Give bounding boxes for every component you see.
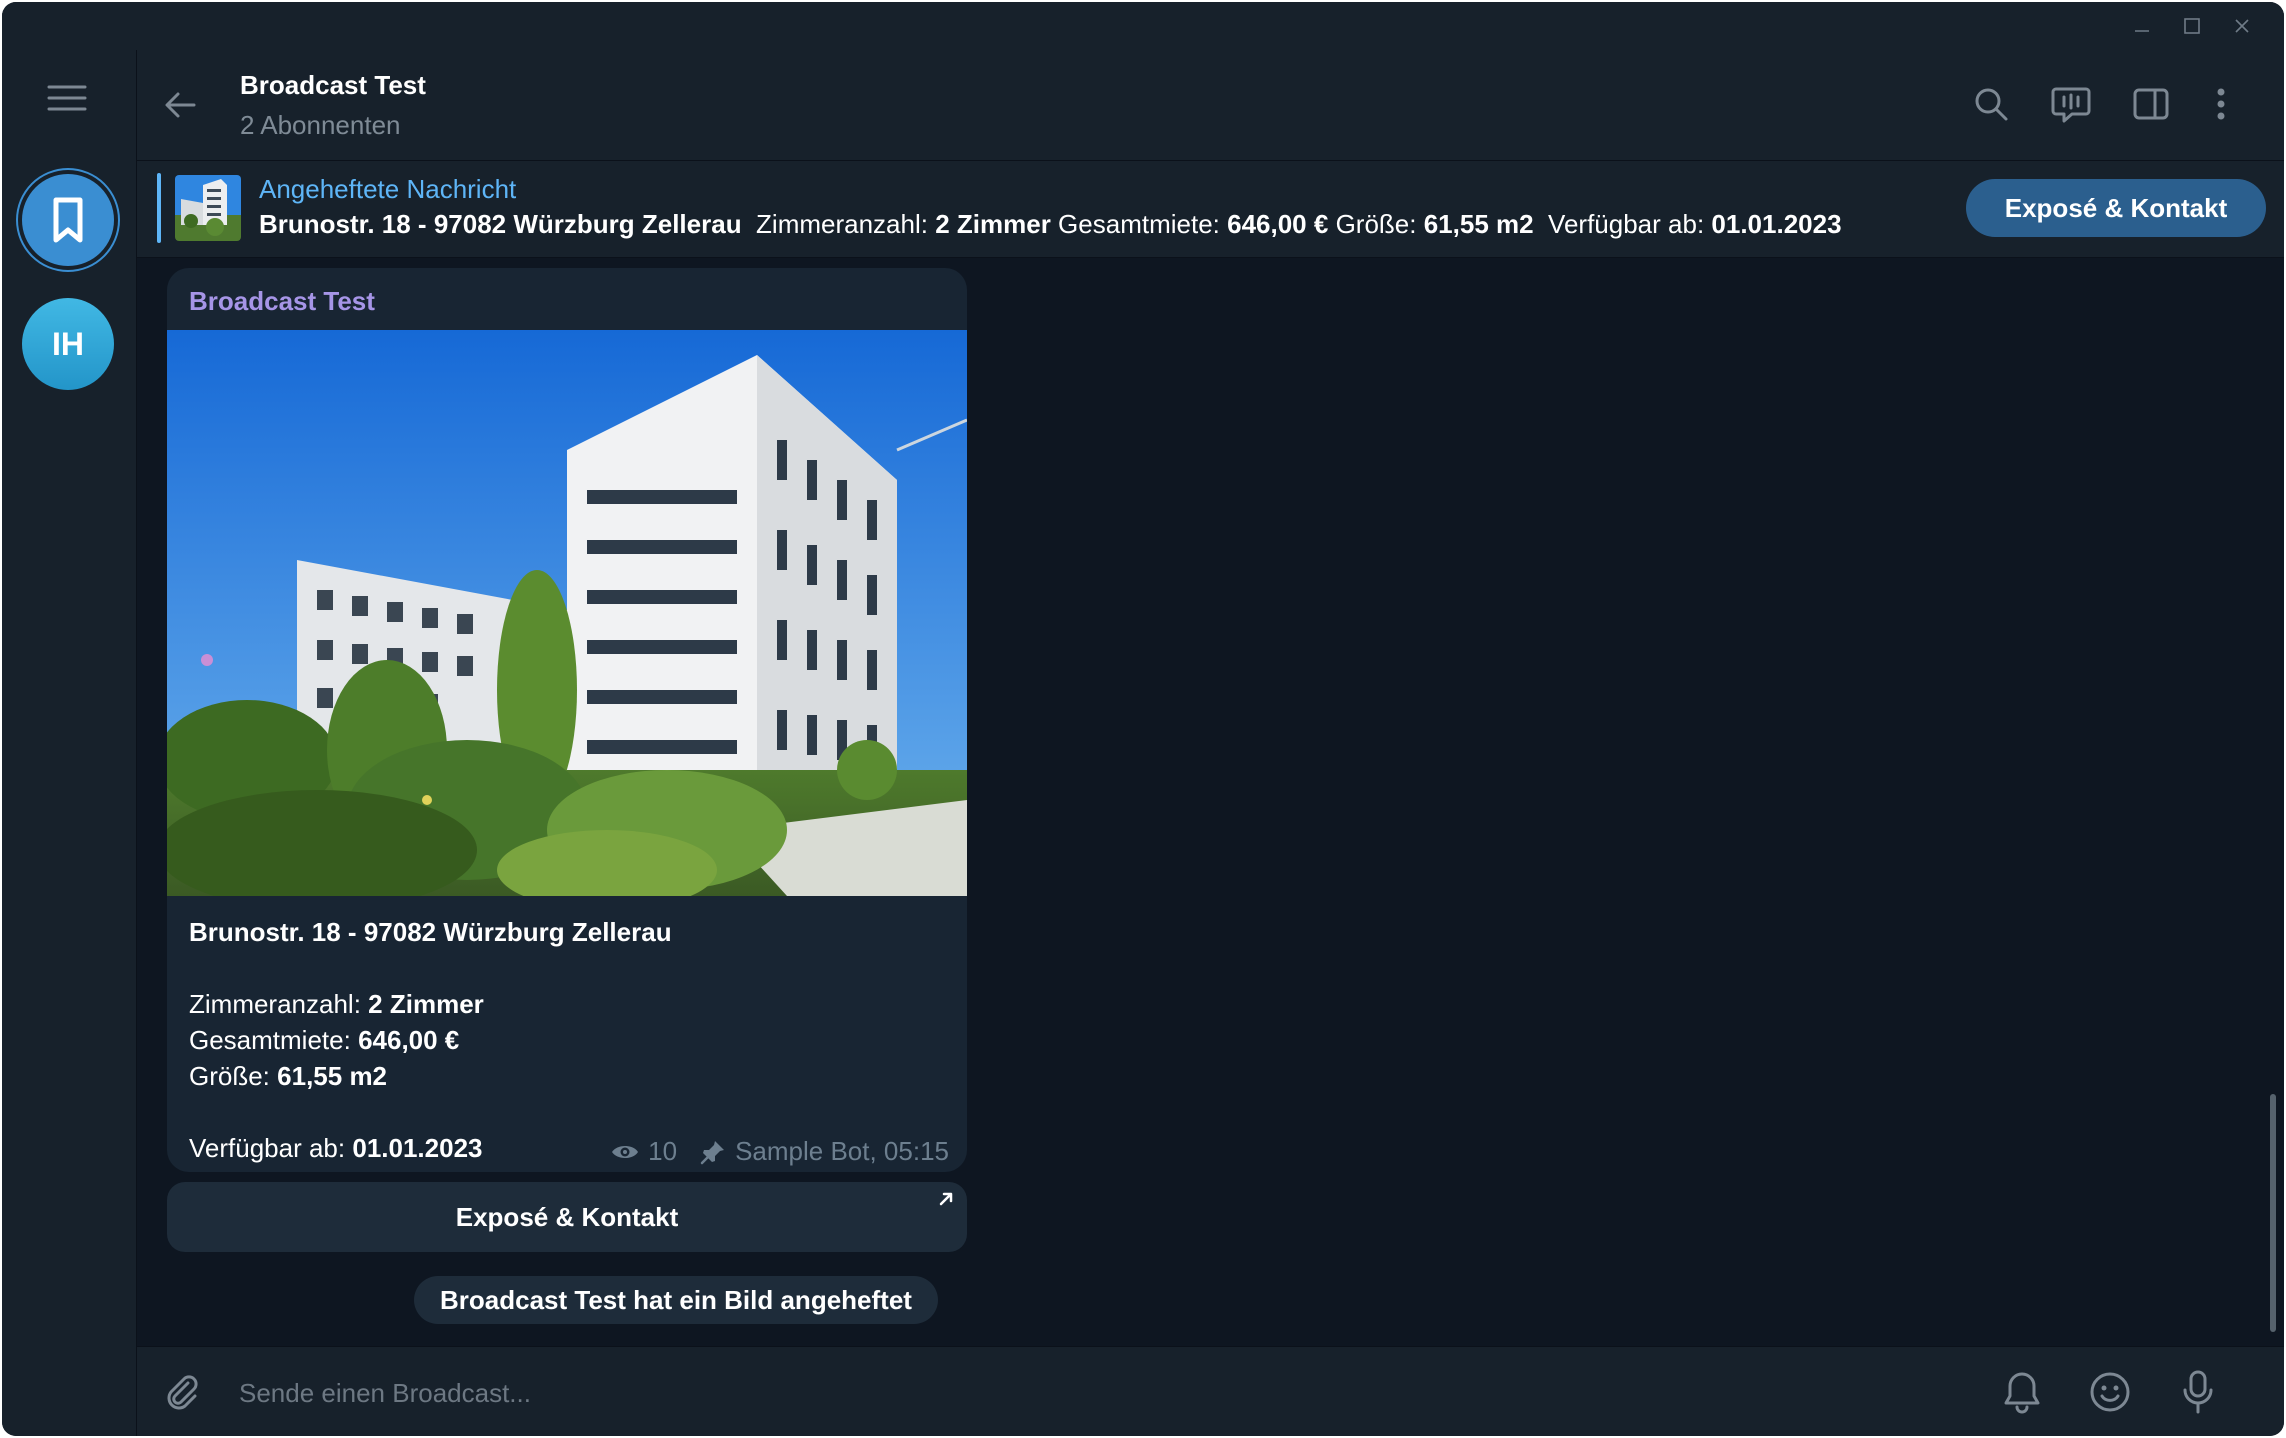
pinned-text: Brunostr. 18 - 97082 Würzburg Zellerau Z… bbox=[259, 209, 1842, 240]
live-stream-button[interactable] bbox=[2047, 80, 2095, 128]
hamburger-menu-icon bbox=[47, 85, 87, 111]
sidebar-toggle-button[interactable] bbox=[2127, 80, 2175, 128]
message-size-label: Größe: bbox=[189, 1061, 270, 1091]
message-composer bbox=[137, 1346, 2284, 1436]
close-button[interactable] bbox=[2212, 10, 2272, 42]
microphone-icon bbox=[2183, 1370, 2213, 1414]
pinned-size-label: Größe: bbox=[1335, 209, 1417, 239]
back-button[interactable] bbox=[155, 80, 205, 130]
left-rail: IH bbox=[2, 50, 137, 1436]
message-size-line: Größe: 61,55 m2 bbox=[189, 1058, 945, 1094]
close-icon bbox=[2235, 19, 2249, 33]
eye-icon bbox=[612, 1145, 639, 1158]
pinned-address: Brunostr. 18 - 97082 Würzburg Zellerau bbox=[259, 209, 742, 239]
chat-scrollbar[interactable] bbox=[2270, 1094, 2276, 1332]
pinned-thumbnail bbox=[175, 175, 241, 241]
chat-history[interactable]: Broadcast Test Brunostr. 18 - 97082 Würz… bbox=[137, 258, 2284, 1346]
message-views: 10 bbox=[648, 1136, 678, 1166]
message-meta: 10 Sample Bot, 05:15 bbox=[610, 1136, 949, 1167]
pinned-rent-value: 646,00 € bbox=[1227, 209, 1329, 239]
pinned-rooms-value: 2 Zimmer bbox=[935, 209, 1051, 239]
message-address: Brunostr. 18 - 97082 Würzburg Zellerau bbox=[189, 917, 672, 947]
search-button[interactable] bbox=[1967, 80, 2015, 128]
message-signature: Sample Bot, 05:15 bbox=[735, 1136, 949, 1166]
message-rooms-line: Zimmeranzahl: 2 Zimmer bbox=[189, 986, 945, 1022]
message-rent-value: 646,00 € bbox=[358, 1025, 460, 1055]
chat-subtitle: 2 Abonnenten bbox=[240, 110, 401, 140]
live-stream-icon bbox=[2051, 87, 2091, 123]
message-available-value: 01.01.2023 bbox=[352, 1133, 483, 1163]
pinned-expose-contact-button[interactable]: Exposé & Kontakt bbox=[1966, 179, 2266, 237]
message-sender[interactable]: Broadcast Test bbox=[189, 286, 375, 317]
voice-message-button[interactable] bbox=[2173, 1367, 2223, 1417]
message-rooms-value: 2 Zimmer bbox=[368, 989, 484, 1019]
pinned-available-value: 01.01.2023 bbox=[1711, 209, 1842, 239]
maximize-icon bbox=[2184, 18, 2200, 34]
user-avatar[interactable]: IH bbox=[22, 298, 114, 390]
message-photo[interactable] bbox=[167, 330, 967, 896]
external-link-icon bbox=[939, 1192, 953, 1206]
message-rooms-label: Zimmeranzahl: bbox=[189, 989, 361, 1019]
pinned-rooms-label: Zimmeranzahl: bbox=[756, 209, 928, 239]
search-icon bbox=[1975, 88, 2008, 121]
app-window: IH Broadcast Test 2 Abonnenten Angehefte… bbox=[2, 2, 2284, 1436]
inline-button-label: Exposé & Kontakt bbox=[455, 1201, 679, 1232]
more-options-button[interactable] bbox=[2197, 80, 2245, 128]
title-bar bbox=[2, 2, 2284, 50]
pinned-accent-line bbox=[157, 173, 161, 243]
pinned-rent-label: Gesamtmiete: bbox=[1058, 209, 1220, 239]
more-vertical-icon bbox=[2217, 88, 2225, 120]
message-rent-line: Gesamtmiete: 646,00 € bbox=[189, 1022, 945, 1058]
message-rent-label: Gesamtmiete: bbox=[189, 1025, 351, 1055]
saved-messages-avatar[interactable] bbox=[22, 174, 114, 266]
main-menu-button[interactable] bbox=[42, 76, 92, 120]
chat-header: Broadcast Test 2 Abonnenten bbox=[137, 50, 2284, 161]
chat-title[interactable]: Broadcast Test bbox=[240, 70, 426, 101]
pinned-size-value: 61,55 m2 bbox=[1423, 209, 1534, 239]
building-thumbnail-image bbox=[175, 175, 241, 241]
attach-button[interactable] bbox=[157, 1367, 207, 1417]
back-arrow-icon bbox=[165, 92, 196, 118]
pin-icon bbox=[700, 1140, 725, 1164]
bell-icon bbox=[2004, 1372, 2040, 1414]
broadcast-input[interactable] bbox=[237, 1371, 1541, 1415]
emoji-icon bbox=[2090, 1372, 2130, 1412]
message-available-label: Verfügbar ab: bbox=[189, 1133, 346, 1163]
pinned-title: Angeheftete Nachricht bbox=[259, 174, 517, 204]
sidebar-toggle-icon bbox=[2133, 88, 2169, 120]
emoji-button[interactable] bbox=[2085, 1367, 2135, 1417]
user-initials: IH bbox=[52, 325, 84, 362]
inline-expose-contact-button[interactable]: Exposé & Kontakt bbox=[167, 1182, 967, 1252]
notifications-button[interactable] bbox=[1997, 1367, 2047, 1417]
message-bubble[interactable]: Broadcast Test Brunostr. 18 - 97082 Würz… bbox=[167, 268, 967, 1172]
bookmark-icon bbox=[53, 197, 83, 243]
pinned-available-label: Verfügbar ab: bbox=[1548, 209, 1705, 239]
paperclip-icon bbox=[167, 1375, 198, 1410]
minimize-icon bbox=[2135, 30, 2149, 32]
message-size-value: 61,55 m2 bbox=[277, 1061, 388, 1091]
service-message[interactable]: Broadcast Test hat ein Bild angeheftet bbox=[414, 1276, 938, 1324]
message-text: Brunostr. 18 - 97082 Würzburg Zellerau Z… bbox=[189, 914, 945, 1166]
pinned-message-bar[interactable]: Angeheftete Nachricht Brunostr. 18 - 970… bbox=[137, 161, 2284, 258]
